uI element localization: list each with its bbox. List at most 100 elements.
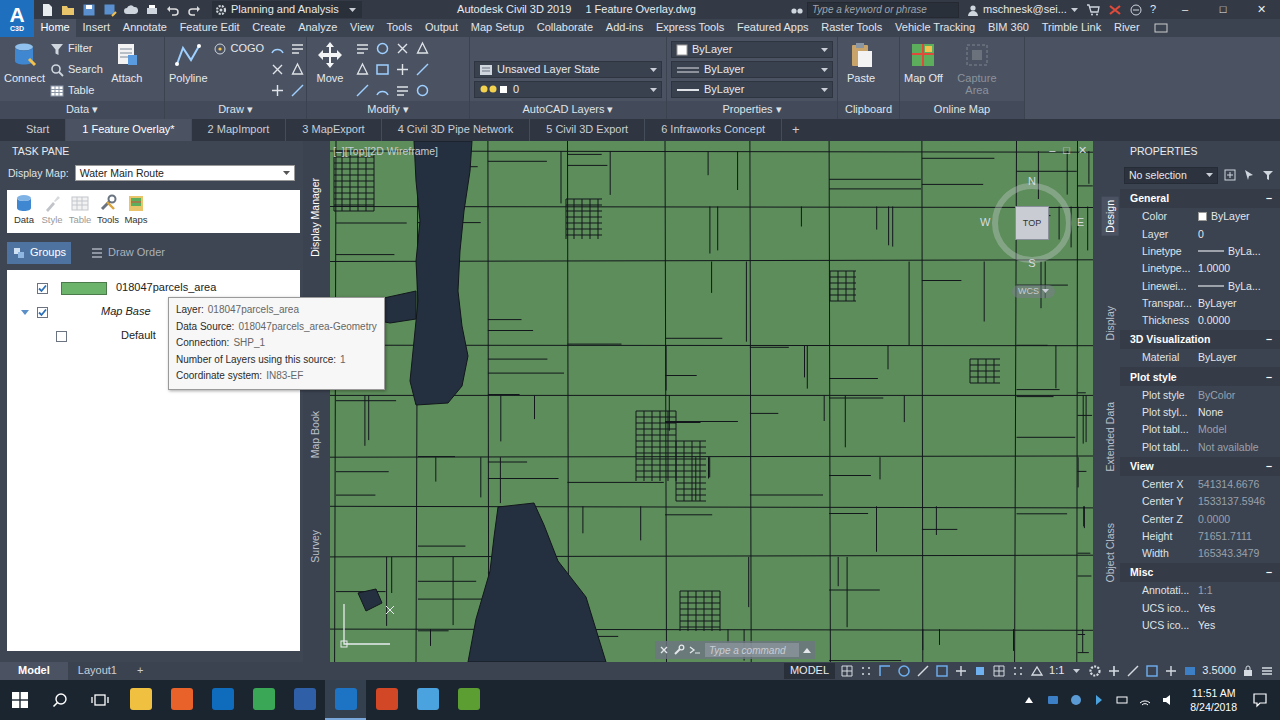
ribbon-tab[interactable]: Add-ins bbox=[599, 19, 649, 37]
ribbon-group-title[interactable]: Draw▾ bbox=[165, 101, 306, 119]
draw-tool-icon[interactable] bbox=[354, 61, 370, 77]
properties-tab[interactable]: Extended Data bbox=[1102, 399, 1119, 474]
layer-checkbox[interactable] bbox=[37, 283, 48, 294]
layout-tab[interactable]: Layout1 bbox=[68, 662, 127, 680]
status-toggle-icon[interactable] bbox=[935, 664, 949, 678]
status-toggle-icon[interactable] bbox=[859, 664, 873, 678]
section-header[interactable]: Misc− bbox=[1120, 563, 1280, 582]
properties-tab[interactable]: Design bbox=[1102, 197, 1119, 236]
customize-icon[interactable] bbox=[1260, 664, 1274, 678]
window-control[interactable]: – bbox=[1166, 3, 1204, 16]
ribbon-tab[interactable]: Annotate bbox=[116, 19, 173, 37]
taskbar-app[interactable] bbox=[202, 680, 243, 720]
property-value[interactable]: ByLa... bbox=[1198, 245, 1261, 258]
ribbon-tab[interactable]: Insert bbox=[76, 19, 116, 37]
view-button[interactable]: Groups bbox=[7, 242, 71, 264]
draw-tool-icon[interactable] bbox=[394, 61, 410, 77]
ribbon-tab[interactable]: Tools bbox=[380, 19, 418, 37]
close-icon[interactable] bbox=[659, 645, 669, 655]
layer-style-swatch[interactable] bbox=[61, 282, 107, 295]
ribbon-group-title[interactable]: Data▾ bbox=[0, 101, 164, 119]
draw-tool-icon[interactable] bbox=[354, 40, 370, 56]
compass-west[interactable]: W bbox=[980, 216, 990, 229]
section-header[interactable]: Plot style− bbox=[1120, 367, 1280, 386]
open-folder-icon[interactable] bbox=[59, 1, 76, 18]
draw-tool-icon[interactable] bbox=[269, 61, 285, 77]
text-height[interactable]: 3.5000 bbox=[1202, 664, 1236, 677]
tray-icon[interactable] bbox=[1161, 693, 1175, 707]
toggle-pickadd-icon[interactable] bbox=[1223, 168, 1237, 182]
help-button[interactable]: ? bbox=[1150, 3, 1156, 16]
layer-checkbox[interactable] bbox=[37, 307, 48, 318]
viewport-control[interactable]: – bbox=[1049, 144, 1055, 157]
property-value[interactable]: ByLa... bbox=[1198, 280, 1261, 293]
notifications-icon[interactable] bbox=[1252, 692, 1268, 708]
property-value[interactable]: ByLayer bbox=[1198, 210, 1250, 223]
parcel-map[interactable] bbox=[330, 141, 1093, 662]
window-control[interactable]: □ bbox=[1204, 3, 1242, 16]
layout-tab[interactable]: Model bbox=[0, 662, 68, 680]
taskbar-app[interactable] bbox=[161, 680, 202, 720]
properties-tab[interactable]: Display bbox=[1102, 303, 1119, 343]
tray-icon[interactable] bbox=[1069, 693, 1083, 707]
expander-icon[interactable] bbox=[20, 307, 30, 317]
viewport-controls-label[interactable]: [–][Top][2D Wireframe] bbox=[333, 145, 438, 158]
ribbon-button[interactable]: Polyline bbox=[169, 40, 208, 101]
ribbon-small-button[interactable]: Search bbox=[50, 61, 103, 79]
ribbon-small-button[interactable]: COGO bbox=[213, 40, 265, 58]
ribbon-dropdown[interactable]: ByLayer bbox=[671, 81, 833, 98]
annotation-scale-icon[interactable] bbox=[1030, 664, 1044, 678]
ribbon-tab[interactable]: Vehicle Tracking bbox=[889, 19, 982, 37]
caret-icon[interactable] bbox=[1069, 664, 1083, 678]
compass-south[interactable]: S bbox=[980, 257, 1084, 270]
binoculars-icon[interactable] bbox=[791, 5, 803, 15]
ribbon-tab[interactable]: BIM 360 bbox=[982, 19, 1036, 37]
ribbon-button[interactable]: Map Off bbox=[904, 40, 943, 101]
viewcube-face[interactable]: TOP bbox=[1015, 206, 1049, 240]
ribbon-dropdown[interactable]: ByLayer bbox=[671, 61, 833, 78]
caret-icon[interactable] bbox=[803, 648, 811, 653]
ribbon-dropdown[interactable]: ByLayer bbox=[671, 41, 833, 58]
task-pane-tool[interactable]: Data bbox=[11, 193, 37, 230]
draw-tool-icon[interactable] bbox=[374, 40, 390, 56]
property-value[interactable]: 1.0000 bbox=[1198, 262, 1230, 275]
select-objects-icon[interactable] bbox=[1242, 168, 1256, 182]
ribbon-tab[interactable]: Map Setup bbox=[464, 19, 530, 37]
ribbon-tab[interactable]: Create bbox=[246, 19, 292, 37]
section-header[interactable]: General− bbox=[1120, 189, 1280, 208]
draw-tool-icon[interactable] bbox=[374, 82, 390, 98]
status-toggle-icon[interactable] bbox=[1164, 664, 1178, 678]
draw-tool-icon[interactable] bbox=[289, 61, 305, 77]
ribbon-tab[interactable]: Analyze bbox=[292, 19, 344, 37]
ribbon-tab[interactable]: River bbox=[1108, 19, 1146, 37]
taskbar-app[interactable] bbox=[284, 680, 325, 720]
taskbar-app[interactable] bbox=[325, 680, 366, 720]
connect-icon[interactable] bbox=[1130, 4, 1142, 16]
tray-icon[interactable] bbox=[1046, 693, 1060, 707]
taskbar-app[interactable] bbox=[120, 680, 161, 720]
ribbon-dropdown[interactable]: Unsaved Layer State bbox=[474, 61, 662, 78]
status-toggle-icon[interactable] bbox=[1126, 664, 1140, 678]
ribbon-tab[interactable]: Trimble Link bbox=[1035, 19, 1107, 37]
section-header[interactable]: View− bbox=[1120, 457, 1280, 476]
document-tab[interactable]: Start bbox=[10, 119, 66, 141]
ribbon-tab[interactable]: Raster Tools bbox=[815, 19, 889, 37]
draw-tool-icon[interactable] bbox=[414, 82, 430, 98]
property-value[interactable]: Yes bbox=[1198, 602, 1215, 615]
undo-icon[interactable] bbox=[164, 1, 181, 18]
property-value[interactable]: Yes bbox=[1198, 619, 1215, 632]
workspace-switcher[interactable]: Planning and Analysis bbox=[212, 1, 362, 18]
viewport-control[interactable]: ✕ bbox=[1078, 144, 1087, 157]
draw-tool-icon[interactable] bbox=[394, 40, 410, 56]
command-input[interactable] bbox=[705, 643, 799, 657]
properties-tab[interactable]: Object Class bbox=[1102, 520, 1119, 586]
new-file-icon[interactable] bbox=[38, 1, 55, 18]
gear-icon[interactable] bbox=[1088, 664, 1102, 678]
property-value[interactable]: ByLayer bbox=[1198, 297, 1237, 310]
annotation-monitor-icon[interactable] bbox=[1183, 664, 1197, 678]
print-icon[interactable] bbox=[143, 1, 160, 18]
plus-icon[interactable] bbox=[1107, 664, 1121, 678]
status-toggle-icon[interactable] bbox=[973, 664, 987, 678]
exchange-icon[interactable] bbox=[1108, 4, 1122, 16]
status-toggle-icon[interactable] bbox=[878, 664, 892, 678]
